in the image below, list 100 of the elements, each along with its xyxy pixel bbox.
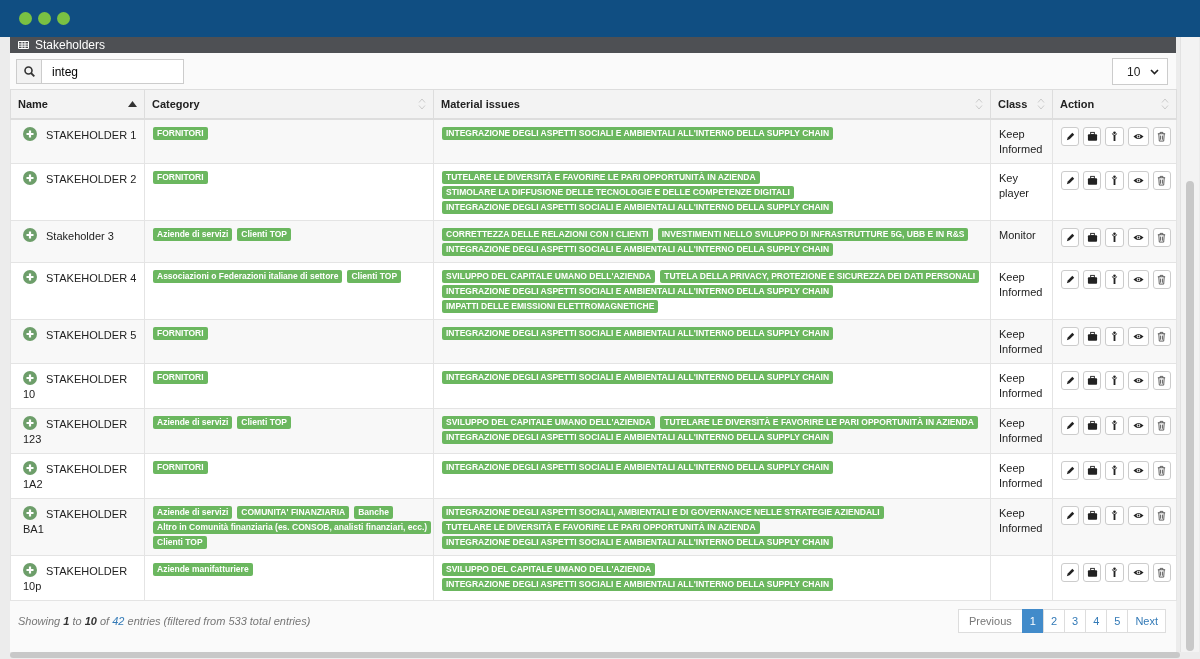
person-button[interactable]: [1105, 228, 1124, 247]
window-dot[interactable]: [38, 12, 51, 25]
briefcase-button[interactable]: [1083, 270, 1102, 289]
briefcase-button[interactable]: [1083, 416, 1102, 435]
window-dot[interactable]: [57, 12, 70, 25]
pagination-button[interactable]: 1: [1021, 609, 1044, 633]
column-header[interactable]: Action: [1052, 89, 1177, 119]
person-button[interactable]: [1105, 416, 1124, 435]
expand-plus-icon[interactable]: [23, 171, 37, 185]
person-button[interactable]: [1105, 327, 1124, 346]
expand-plus-icon[interactable]: [23, 228, 37, 242]
eye-button[interactable]: [1127, 171, 1149, 190]
pencil-button[interactable]: [1061, 127, 1080, 146]
pencil-button[interactable]: [1061, 171, 1080, 190]
briefcase-icon: [1086, 274, 1098, 285]
trash-button[interactable]: [1152, 563, 1172, 582]
trash-button[interactable]: [1152, 371, 1172, 390]
briefcase-button[interactable]: [1083, 171, 1102, 190]
briefcase-button[interactable]: [1083, 228, 1102, 247]
eye-icon: [1132, 420, 1144, 431]
person-button[interactable]: [1105, 506, 1124, 525]
pencil-button[interactable]: [1061, 461, 1080, 480]
column-header[interactable]: Class: [990, 89, 1053, 119]
stakeholder-name: STAKEHOLDER 10: [10, 363, 145, 409]
briefcase-icon: [1086, 175, 1098, 186]
trash-button[interactable]: [1152, 416, 1172, 435]
column-header[interactable]: Name: [10, 89, 145, 119]
trash-button[interactable]: [1152, 127, 1172, 146]
trash-button[interactable]: [1152, 327, 1172, 346]
material-issue-tag: TUTELARE LE DIVERSITÀ E FAVORIRE LE PARI OPPORTUNITÀ IN AZIENDA: [442, 521, 760, 534]
material-issue-tag: INTEGRAZIONE DEGLI ASPETTI SOCIALI E AMBIENTALI ALL'INTERNO DELLA SUPPLY CHAIN: [442, 536, 834, 549]
column-header[interactable]: Category: [144, 89, 434, 119]
vertical-scrollbar[interactable]: [1180, 37, 1199, 652]
eye-button[interactable]: [1127, 127, 1149, 146]
material-issue-tag: INTEGRAZIONE DEGLI ASPETTI SOCIALI E AMBIENTALI ALL'INTERNO DELLA SUPPLY CHAIN: [442, 578, 834, 591]
category-tag: Aziende di servizi: [153, 416, 233, 429]
stakeholder-name: STAKEHOLDER BA1: [10, 498, 145, 556]
person-button[interactable]: [1105, 171, 1124, 190]
search-field[interactable]: integ: [42, 59, 184, 84]
eye-button[interactable]: [1127, 563, 1149, 582]
person-button[interactable]: [1105, 563, 1124, 582]
material-issue-tag: TUTELARE LE DIVERSITÀ E FAVORIRE LE PARI OPPORTUNITÀ IN AZIENDA: [442, 171, 760, 184]
expand-plus-icon[interactable]: [23, 416, 37, 430]
horizontal-scrollbar[interactable]: [10, 652, 1180, 658]
category-tag: Clienti TOP: [153, 536, 207, 549]
eye-button[interactable]: [1127, 416, 1149, 435]
briefcase-button[interactable]: [1083, 563, 1102, 582]
class-label: Keep Informed: [999, 128, 1043, 155]
expand-plus-icon[interactable]: [23, 127, 37, 141]
category-tag: Altro in Comunità finanziaria (es. CONSOB, analisti finanziari, ecc.): [153, 521, 432, 534]
material-issue-tag: INTEGRAZIONE DEGLI ASPETTI SOCIALI E AMBIENTALI ALL'INTERNO DELLA SUPPLY CHAIN: [442, 431, 834, 444]
briefcase-button[interactable]: [1083, 371, 1102, 390]
briefcase-icon: [1086, 510, 1098, 521]
person-button[interactable]: [1105, 371, 1124, 390]
pencil-button[interactable]: [1061, 327, 1080, 346]
material-issue-tag: TUTELA DELLA PRIVACY, PROTEZIONE E SICUREZZA DEI DATI PERSONALI: [660, 270, 980, 283]
trash-button[interactable]: [1152, 506, 1172, 525]
trash-button[interactable]: [1152, 171, 1172, 190]
trash-button[interactable]: [1152, 461, 1172, 480]
expand-plus-icon[interactable]: [23, 563, 37, 577]
expand-plus-icon[interactable]: [23, 327, 37, 341]
trash-button[interactable]: [1152, 270, 1172, 289]
pagination-button[interactable]: 5: [1106, 609, 1129, 633]
person-button[interactable]: [1105, 127, 1124, 146]
eye-button[interactable]: [1127, 228, 1149, 247]
person-button[interactable]: [1105, 270, 1124, 289]
pencil-button[interactable]: [1061, 563, 1080, 582]
person-button[interactable]: [1105, 461, 1124, 480]
trash-button[interactable]: [1152, 228, 1172, 247]
pagination-button[interactable]: Previous: [957, 609, 1023, 633]
eye-button[interactable]: [1127, 270, 1149, 289]
briefcase-button[interactable]: [1083, 127, 1102, 146]
class-label: Keep Informed: [999, 417, 1043, 444]
pagination-button[interactable]: Next: [1127, 609, 1166, 633]
pencil-button[interactable]: [1061, 506, 1080, 525]
expand-plus-icon[interactable]: [23, 371, 37, 385]
pencil-button[interactable]: [1061, 270, 1080, 289]
eye-button[interactable]: [1127, 461, 1149, 480]
pencil-button[interactable]: [1061, 371, 1080, 390]
category-tag: Banche: [354, 506, 393, 519]
material-issue-tag: SVILUPPO DEL CAPITALE UMANO DELL'AZIENDA: [442, 416, 656, 429]
window-dot[interactable]: [19, 12, 32, 25]
pencil-icon: [1064, 465, 1076, 476]
expand-plus-icon[interactable]: [23, 461, 37, 475]
pagination-button[interactable]: 3: [1064, 609, 1087, 633]
expand-plus-icon[interactable]: [23, 506, 37, 520]
stakeholder-name: STAKEHOLDER 4: [10, 262, 145, 320]
eye-button[interactable]: [1127, 506, 1149, 525]
pencil-button[interactable]: [1061, 416, 1080, 435]
category-tag: FORNITORI: [153, 127, 208, 140]
briefcase-button[interactable]: [1083, 506, 1102, 525]
briefcase-button[interactable]: [1083, 461, 1102, 480]
eye-button[interactable]: [1127, 327, 1149, 346]
pencil-button[interactable]: [1061, 228, 1080, 247]
eye-button[interactable]: [1127, 371, 1149, 390]
pagination-button[interactable]: 4: [1085, 609, 1108, 633]
briefcase-button[interactable]: [1083, 327, 1102, 346]
page-length-select[interactable]: 10: [1112, 58, 1168, 85]
column-header[interactable]: Material issues: [433, 89, 991, 119]
expand-plus-icon[interactable]: [23, 270, 37, 284]
